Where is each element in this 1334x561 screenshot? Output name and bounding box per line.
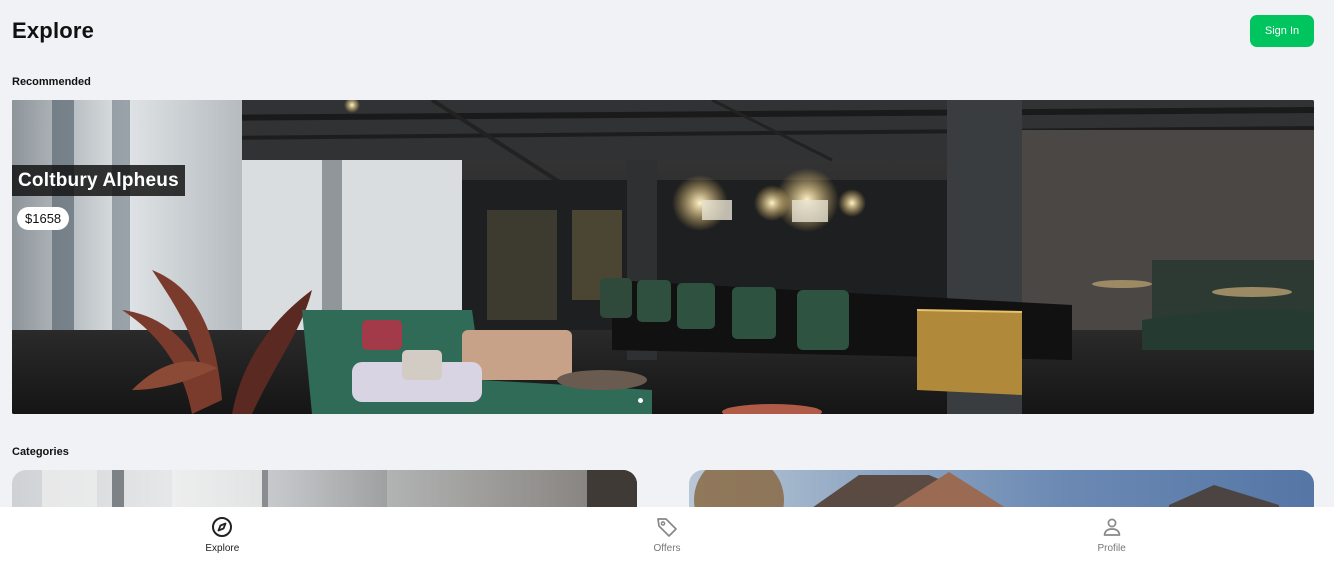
tag-icon (657, 517, 677, 537)
page-title: Explore (12, 18, 95, 43)
nav-item-offers[interactable]: Offers (445, 507, 890, 561)
carousel-indicator-dot[interactable] (638, 398, 643, 403)
sign-in-button[interactable]: Sign In (1250, 15, 1314, 47)
nav-label-explore: Explore (205, 542, 240, 554)
explore-page: Explore Sign In Recommended Coltbury Alp… (0, 0, 1334, 561)
categories-heading: Categories (12, 446, 69, 458)
compass-icon (212, 516, 233, 537)
recommended-hero-card[interactable]: Coltbury Alpheus $1658 (12, 100, 1314, 414)
nav-label-offers: Offers (653, 542, 681, 554)
hero-title: Coltbury Alpheus (12, 165, 185, 196)
nav-item-profile[interactable]: Profile (889, 507, 1334, 561)
nav-item-explore[interactable]: Explore (0, 507, 445, 561)
person-icon (1103, 518, 1121, 536)
hero-price-badge: $1658 (17, 207, 70, 230)
recommended-heading: Recommended (12, 76, 91, 88)
nav-label-profile: Profile (1097, 542, 1126, 554)
bottom-navigation: Explore Offers Profile (0, 507, 1334, 561)
hero-image (12, 100, 1314, 414)
